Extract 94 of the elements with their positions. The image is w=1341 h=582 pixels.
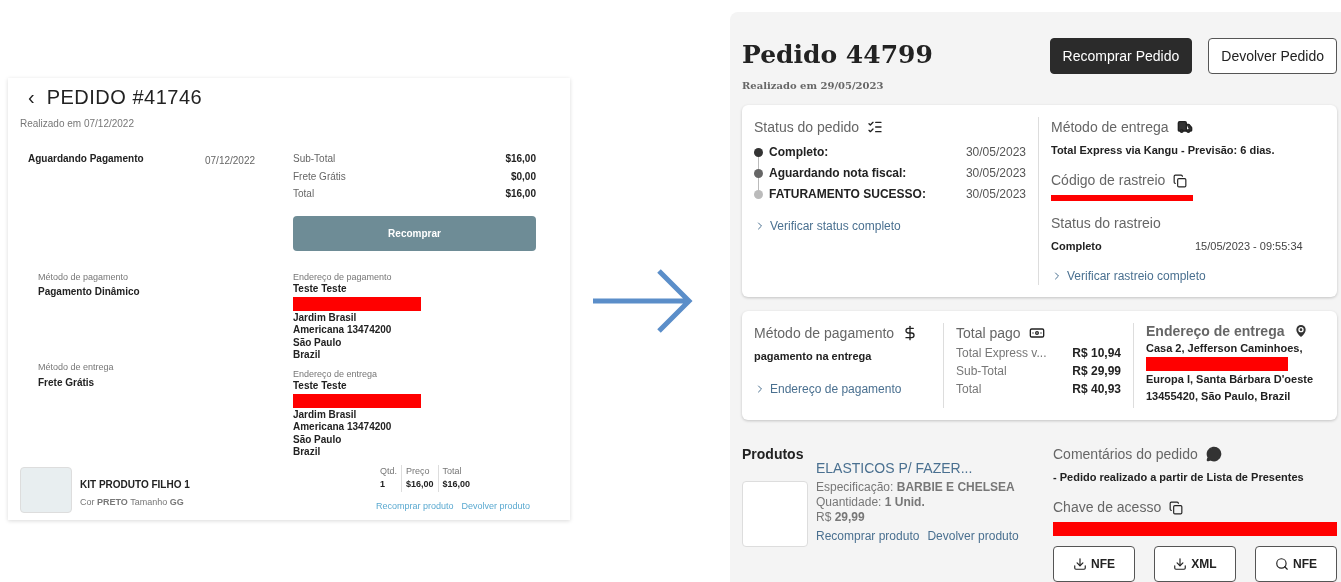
total-label: Frete Grátis — [293, 169, 346, 184]
document-button[interactable]: NFE — [1255, 546, 1337, 582]
section-heading: Status do rastreio — [1051, 214, 1161, 233]
document-button[interactable]: NFE — [1053, 546, 1135, 582]
field-label: Método de pagamento — [38, 270, 130, 284]
product-name: KIT PRODUTO FILHO 1 — [80, 477, 191, 492]
checklist-icon — [867, 119, 884, 135]
address-line: Americana 13474200 — [293, 421, 393, 434]
product-name-link[interactable]: ELASTICOS P/ FAZER... — [816, 460, 1019, 476]
address-line: Brazil — [293, 446, 322, 459]
product-link[interactable]: Devolver produto — [927, 528, 1019, 544]
document-button[interactable]: XML — [1154, 546, 1236, 582]
field-label: Endereço de pagamento — [293, 270, 393, 283]
tracking-date: 15/05/2023 - 09:55:34 — [1195, 239, 1303, 254]
section-heading: Código de rastreio — [1051, 171, 1166, 190]
order-action-button[interactable]: Recomprar Pedido — [1049, 38, 1193, 74]
total-label: Sub-Total — [293, 152, 336, 166]
address-line: São Paulo — [293, 433, 343, 446]
section-heading: Método de entrega — [1051, 117, 1169, 137]
download-icon — [1173, 557, 1188, 571]
address-line: Jardim Brasil — [293, 311, 358, 324]
product-link[interactable]: Recomprar produto — [816, 528, 920, 544]
download-icon — [1073, 557, 1087, 571]
order-action-button[interactable]: Devolver Pedido — [1208, 38, 1337, 74]
section-heading: Método de pagamento — [754, 323, 895, 343]
expand-link[interactable]: Endereço de pagamento — [754, 380, 943, 398]
status-date: 07/12/2022 — [205, 154, 257, 168]
total-label: Sub-Total — [956, 362, 1007, 380]
address-name: Teste Teste — [293, 283, 348, 296]
speech-bubble-icon — [1205, 446, 1222, 462]
tracking-status: Completo — [1051, 239, 1103, 254]
total-value: R$ 40,93 — [1072, 380, 1121, 398]
column-label: Preço — [406, 464, 431, 478]
rebuy-button[interactable]: Recomprar — [293, 215, 536, 251]
truck-icon — [1176, 119, 1193, 135]
field-value: Frete Grátis — [38, 375, 96, 390]
order-title: PEDIDO #41746 — [46, 85, 203, 110]
status-date: 30/05/2023 — [965, 165, 1026, 182]
address-text: Europa I, Santa Bárbara D'oeste 13455420, São Paulo, Brazil — [1146, 371, 1315, 404]
comment-text: - Pedido realizado a partir de Lista de Presentes — [1053, 469, 1305, 485]
back-icon[interactable]: ‹ — [28, 87, 35, 107]
product-variant: Cor PRETO Tamanho GG — [80, 495, 185, 509]
address-line: Americana 13474200 — [293, 324, 393, 337]
address-line: Brazil — [293, 349, 322, 362]
order-title: Pedido 44799 — [742, 39, 933, 71]
section-heading: Status do pedido — [754, 117, 860, 137]
status-step: Aguardando nota fiscal: — [769, 164, 966, 182]
column-label: Total — [442, 464, 463, 478]
column-value: $16,00 — [442, 478, 471, 491]
order-status: Aguardando Pagamento — [27, 152, 145, 166]
section-heading: Comentários do pedido — [1053, 444, 1198, 464]
map-pin-icon — [1292, 323, 1309, 339]
product-price: R$ 29,99 — [816, 509, 866, 525]
total-value: $16,00 — [505, 187, 536, 201]
column-label: Qtd. — [380, 464, 397, 478]
section-heading: Endereço de entrega — [1146, 322, 1285, 340]
status-date: 30/05/2023 — [965, 186, 1026, 203]
product-spec: Especificação: BARBIE E CHELSEA — [816, 479, 1016, 495]
expand-link[interactable]: Verificar status completo — [754, 216, 1026, 235]
total-label: Total Express v... — [956, 344, 1047, 362]
search-icon — [1275, 557, 1289, 571]
address-line: São Paulo — [293, 336, 343, 349]
total-value: $0,00 — [510, 169, 536, 184]
address-line: Jardim Brasil — [293, 408, 358, 421]
section-heading: Total pago — [956, 323, 1021, 343]
payment-method: pagamento na entrega — [754, 348, 873, 364]
banknote-icon — [1028, 325, 1045, 341]
copy-icon — [1173, 173, 1188, 188]
section-heading: Chave de acesso — [1053, 498, 1162, 517]
right-arrow-icon — [591, 268, 695, 334]
product-photo-placeholder — [20, 467, 72, 513]
order-date: Realizado em 29/05/2023 — [742, 78, 885, 93]
status-step: Completo: — [769, 143, 966, 161]
status-step: FATURAMENTO SUCESSO: — [769, 185, 966, 203]
total-value: $16,00 — [505, 152, 536, 166]
address-line: Casa 2, Jefferson Caminhoes, — [1146, 340, 1304, 356]
products-heading: Produtos — [742, 444, 805, 464]
product-photo-placeholder — [742, 480, 808, 547]
product-quantity: Quantidade: 1 Unid. — [816, 494, 926, 510]
field-value: Pagamento Dinâmico — [38, 285, 141, 299]
delivery-method: Total Express via Kangu - Previsão: 6 dias. — [1051, 142, 1276, 158]
total-label: Total — [956, 380, 982, 398]
field-label: Endereço de entrega — [293, 367, 379, 380]
column-value: $16,00 — [406, 478, 434, 491]
total-value: R$ 29,99 — [1072, 362, 1121, 380]
expand-link[interactable]: Verificar rastreio completo — [1051, 266, 1325, 285]
address-name: Teste Teste — [293, 380, 348, 393]
field-label: Método de entrega — [38, 361, 115, 374]
total-label: Total — [293, 187, 315, 201]
column-value: 1 — [380, 478, 386, 491]
copy-icon — [1169, 500, 1184, 515]
order-date: Realizado em 07/12/2022 — [20, 117, 135, 131]
total-value: R$ 10,94 — [1072, 344, 1121, 362]
status-date: 30/05/2023 — [965, 144, 1026, 161]
